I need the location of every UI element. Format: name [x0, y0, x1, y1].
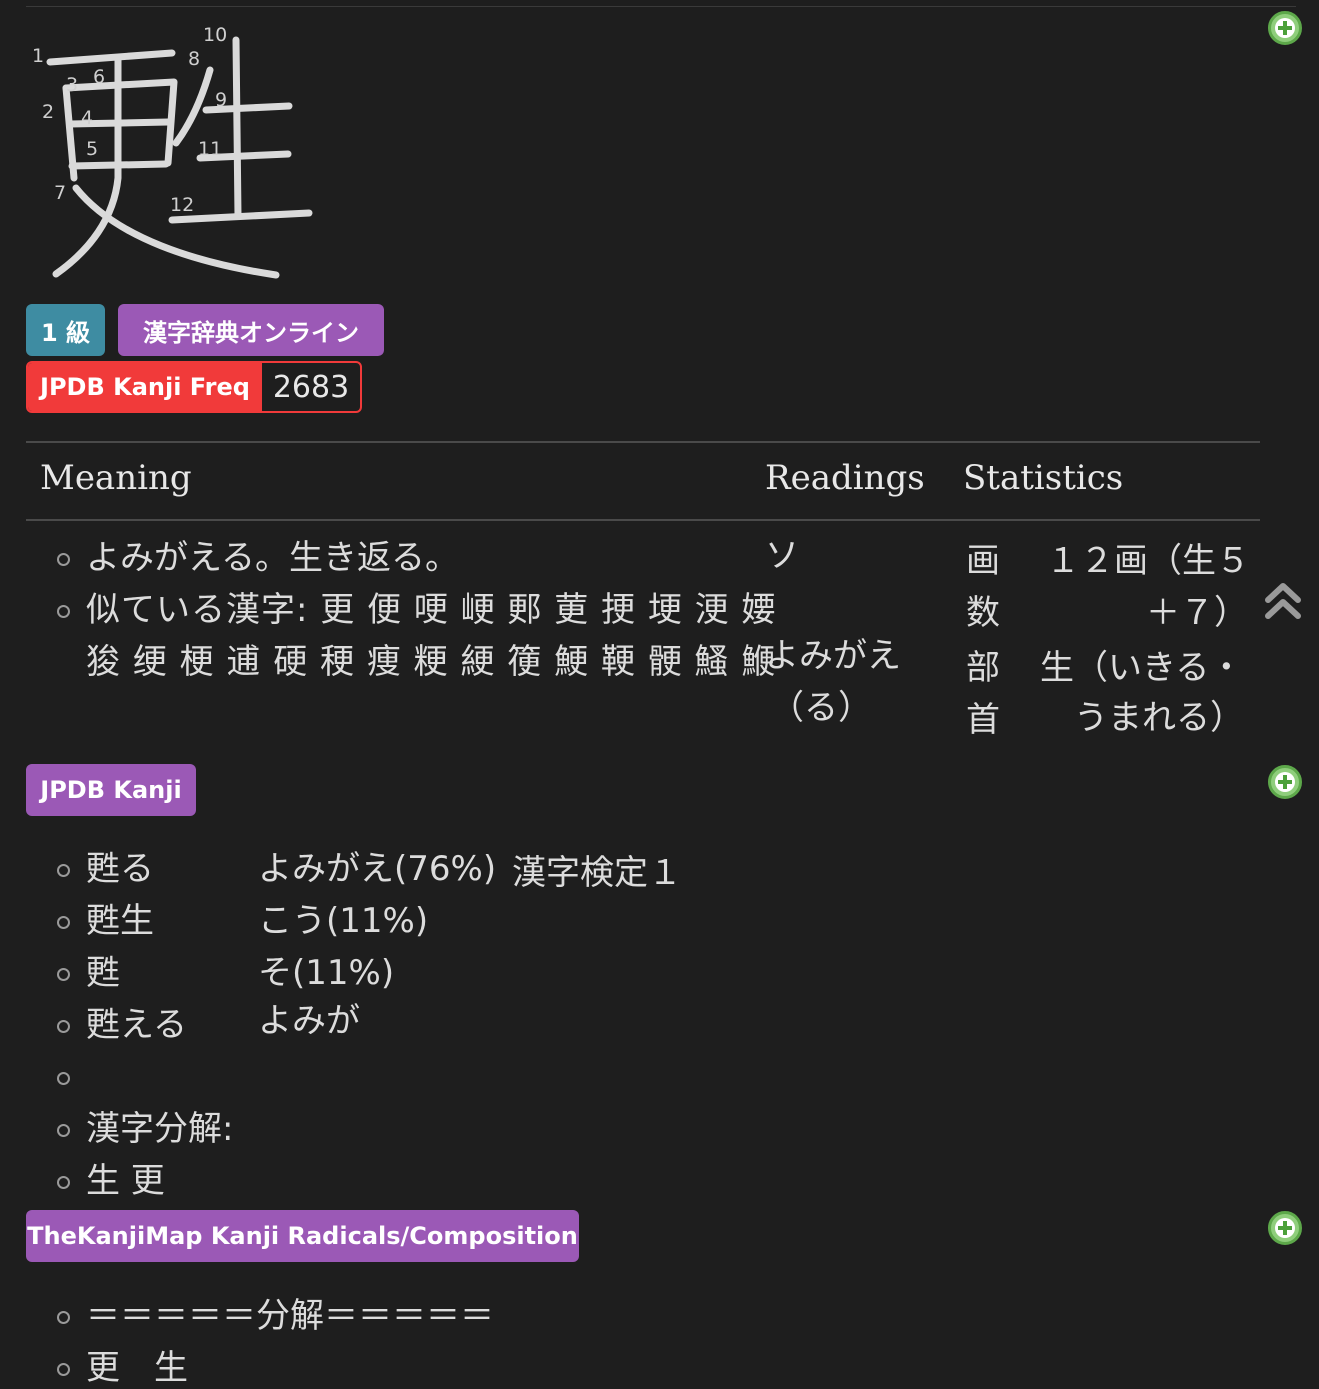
radical-label: 首	[966, 700, 1000, 740]
vocab-word: 甦る	[86, 849, 154, 889]
jpdb-kanji-tag[interactable]: JPDB Kanji	[26, 764, 196, 816]
similar-kanji-line-2: 狻 绠 梗 逋 硬 稉 痩 粳 綆 箯 鯁 鞕 骾 鰠 鯾	[86, 642, 777, 682]
jpdb-freq-tag[interactable]: JPDB Kanji Freq 2683	[26, 361, 362, 413]
list-bullet	[57, 864, 70, 877]
freq-value: 2683	[272, 369, 350, 405]
vocab-reading: よみがえ(76%)	[258, 849, 497, 889]
list-bullet	[57, 916, 70, 929]
decomposition-label: 漢字分解:	[86, 1109, 234, 1149]
list-bullet	[57, 1363, 70, 1376]
stroke-number: 11	[198, 138, 222, 160]
strokes-label: 数	[966, 593, 1000, 633]
table-header-border	[26, 519, 1260, 521]
on-reading: ソ	[765, 536, 799, 576]
level-tag[interactable]: 1 級	[26, 304, 105, 356]
stroke-number: 8	[188, 48, 200, 70]
header-readings: Readings	[765, 458, 925, 498]
header-statistics: Statistics	[963, 458, 1124, 498]
add-note-button-2[interactable]	[1268, 765, 1302, 799]
vocab-reading: よみが	[258, 1001, 360, 1041]
add-note-button-3[interactable]	[1268, 1211, 1302, 1245]
header-meaning: Meaning	[40, 458, 192, 498]
stroke-number: 3	[66, 74, 78, 96]
strokes-label: 画	[966, 541, 1000, 581]
stroke-number: 9	[215, 89, 227, 111]
list-bullet	[57, 1311, 70, 1324]
meaning-text: よみがえる。生き返る。	[86, 538, 459, 578]
plus-icon	[1275, 772, 1295, 792]
list-bullet	[57, 553, 70, 566]
radical-value: 生（いきる・	[1040, 648, 1244, 688]
kanjimap-tag[interactable]: TheKanjiMap Kanji Radicals/Composition	[26, 1210, 579, 1262]
list-bullet	[57, 1176, 70, 1189]
kanjimap-decomp-value: 更 生	[86, 1348, 188, 1388]
stroke-number: 6	[93, 66, 105, 88]
decomposition-value: 生 更	[86, 1161, 165, 1201]
kanjimap-decomp-header: ＝＝＝＝＝分解＝＝＝＝＝	[86, 1296, 494, 1336]
list-bullet	[57, 1124, 70, 1137]
radical-value: うまれる）	[1074, 698, 1244, 738]
top-divider	[26, 6, 1296, 7]
vocab-word: 甦える	[86, 1005, 187, 1045]
strokes-value: ＋７）	[1146, 593, 1248, 633]
radical-label: 部	[966, 648, 1000, 688]
stroke-number: 7	[54, 182, 66, 204]
list-bullet	[57, 1020, 70, 1033]
plus-icon	[1275, 18, 1295, 38]
dictionary-tag[interactable]: 漢字辞典オンライン	[118, 304, 384, 356]
stroke-number: 10	[203, 24, 227, 46]
add-note-button-1[interactable]	[1268, 11, 1302, 45]
kanken-level: 漢字検定１	[512, 853, 682, 893]
stroke-number: 5	[86, 138, 98, 160]
freq-label: JPDB Kanji Freq	[28, 363, 262, 411]
list-bullet	[57, 605, 70, 618]
stroke-order-diagram: 1 2 3 4 5 6 7 8 9 10 11 12	[32, 24, 313, 279]
stroke-number: 2	[42, 101, 54, 123]
kun-reading-okurigana: （る）	[770, 688, 872, 728]
vocab-word: 甦生	[86, 901, 154, 941]
strokes-value: １２画（生５	[1046, 541, 1250, 581]
vocab-reading: こう(11%)	[258, 901, 429, 941]
stroke-number: 4	[81, 107, 93, 129]
collapse-up-icon[interactable]	[1262, 580, 1304, 622]
plus-icon	[1275, 1218, 1295, 1238]
stroke-number: 12	[170, 194, 194, 216]
kun-reading: よみがえ	[765, 636, 901, 676]
list-bullet	[57, 968, 70, 981]
stroke-number: 1	[32, 45, 44, 67]
similar-kanji-line-1: 似ている漢字: 更 便 哽 峺 郠 莄 挭 埂 浭 婹	[86, 590, 777, 630]
table-top-border	[26, 441, 1260, 443]
vocab-reading: そ(11%)	[258, 953, 395, 993]
vocab-word: 甦	[86, 953, 120, 993]
list-bullet-empty	[57, 1072, 70, 1085]
